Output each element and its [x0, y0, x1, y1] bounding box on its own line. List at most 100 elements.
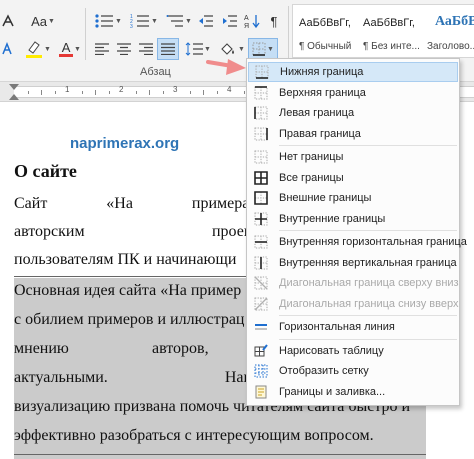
menu-item-label: Внутренняя вертикальная граница	[279, 256, 457, 269]
menu-item-border-none[interactable]: Нет границы	[248, 147, 458, 167]
borders-dropdown-menu: Нижняя граница Верхняя граница Левая грани…	[246, 58, 467, 406]
style-no-spacing[interactable]: АаБбВвГг, ¶ Без инте...	[357, 5, 421, 57]
bullets-icon	[95, 14, 114, 28]
menu-separator	[279, 315, 457, 316]
horizontal-rule-bottom	[14, 454, 426, 455]
style-heading-1[interactable]: АаБбВв Заголово...	[421, 5, 474, 57]
menu-item-draw-table[interactable]: Нарисовать таблицу	[248, 341, 458, 361]
pilcrow-icon: ¶	[270, 13, 278, 29]
align-right-button[interactable]	[136, 38, 156, 60]
menu-item-border-top[interactable]: Верхняя граница	[248, 83, 458, 103]
menu-item-label: Нижняя граница	[280, 66, 364, 78]
ruler-tick	[189, 91, 191, 94]
view-gridlines-icon	[254, 364, 268, 378]
svg-text:Я: Я	[244, 23, 249, 29]
chevron-down-icon: ▼	[44, 45, 51, 53]
sort-button[interactable]: АЯ	[242, 10, 262, 32]
menu-item-border-left[interactable]: Левая граница	[248, 103, 458, 123]
menu-item-label: Границы и заливка...	[279, 385, 386, 398]
group-separator	[85, 8, 86, 60]
menu-item-border-diagonal-down: Диагональная граница сверху вниз	[248, 273, 459, 293]
menu-item-borders-and-shading[interactable]: Границы и заливка...	[248, 382, 458, 402]
chevron-down-icon: ▼	[151, 17, 158, 25]
word: пользователям ПК и начинающи	[14, 251, 237, 268]
menu-item-label: Правая граница	[279, 127, 361, 140]
document-heading: О сайте	[14, 161, 77, 181]
menu-item-label: Нет границы	[279, 151, 344, 163]
menu-item-border-bottom[interactable]: Нижняя граница	[248, 62, 458, 82]
draw-table-icon	[254, 343, 268, 358]
highlight-color-button[interactable]: ▼	[22, 38, 54, 60]
align-left-icon	[95, 43, 109, 55]
numbering-icon: 123	[130, 14, 150, 29]
multilevel-list-button[interactable]: ▼	[164, 10, 194, 32]
decrease-indent-icon	[199, 15, 213, 27]
menu-item-border-right[interactable]: Правая граница	[248, 124, 458, 144]
menu-item-border-inside-vertical[interactable]: Внутренняя вертикальная граница	[248, 253, 458, 273]
ruler-tick	[41, 90, 42, 95]
paragraph1-line-3: пользователям ПК и начинающи	[14, 249, 236, 271]
clear-formatting-button[interactable]	[0, 10, 18, 32]
border-bottom-icon	[255, 65, 269, 79]
text-effects-button[interactable]	[0, 38, 16, 60]
show-formatting-button[interactable]: ¶	[264, 10, 284, 32]
border-diagonal-up-icon	[254, 297, 268, 311]
menu-item-border-all[interactable]: Все границы	[248, 168, 458, 188]
decrease-indent-button[interactable]	[196, 10, 216, 32]
ruler-tick	[216, 91, 218, 94]
borders-icon	[252, 42, 266, 56]
justify-button[interactable]	[157, 38, 179, 60]
menu-separator	[279, 145, 457, 146]
menu-item-label: Внешние границы	[279, 192, 372, 204]
border-inside-vertical-icon	[254, 256, 268, 270]
menu-item-horizontal-line[interactable]: Горизонтальная линия	[248, 317, 458, 337]
menu-item-label: Внутренняя горизонтальная граница	[279, 236, 467, 248]
paragraph2-line-1: Основная идея сайта «На пример	[14, 280, 241, 302]
menu-item-label: Верхняя граница	[279, 86, 366, 99]
border-inside-icon	[254, 212, 268, 226]
style-normal[interactable]: АаБбВвГг, ¶ Обычный	[293, 5, 357, 57]
paragraph2-line-6: эффективно разобраться с интересующим во…	[14, 425, 374, 447]
border-all-icon	[254, 170, 268, 185]
ruler-tick	[81, 91, 83, 94]
align-center-icon	[117, 43, 131, 55]
word: с обилием примеров и иллюстрац	[14, 311, 245, 328]
ruler-tick	[54, 91, 56, 94]
chevron-down-icon: ▼	[185, 17, 192, 25]
font-color-letter: A	[61, 39, 71, 55]
bullets-button[interactable]: ▼	[92, 10, 124, 32]
menu-item-border-inside[interactable]: Внутренние границы	[248, 209, 458, 229]
menu-item-label: Отобразить сетку	[279, 365, 369, 377]
menu-item-border-inside-horizontal[interactable]: Внутренняя горизонтальная граница	[248, 232, 467, 252]
first-line-indent-marker[interactable]	[9, 84, 19, 90]
font-color-button[interactable]: A ▼	[56, 38, 84, 60]
increase-indent-button[interactable]	[220, 10, 240, 32]
chevron-down-icon: ▼	[204, 45, 211, 53]
menu-item-label: Внутренние границы	[279, 212, 386, 225]
hanging-indent-marker[interactable]	[9, 94, 19, 100]
ruler-tick	[108, 91, 110, 94]
ruler-number: 4	[227, 85, 232, 94]
svg-text:А: А	[244, 15, 249, 22]
change-case-label: Aa	[31, 13, 47, 29]
borders-and-shading-icon	[254, 385, 268, 399]
borders-button[interactable]: ▼	[248, 38, 278, 60]
align-left-button[interactable]	[92, 38, 112, 60]
word: авторов,	[152, 340, 209, 357]
border-top-icon	[254, 85, 268, 100]
site-link[interactable]: naprimerax.org	[70, 135, 179, 152]
menu-item-label: Горизонтальная линия	[279, 321, 395, 333]
styles-gallery: АаБбВвГг, ¶ Обычный АаБбВвГг, ¶ Без инте…	[292, 4, 474, 58]
numbering-button[interactable]: 1 2 3 ▼	[128, 10, 160, 32]
menu-item-border-outside[interactable]: Внешние границы	[248, 188, 458, 208]
border-inside-horizontal-icon	[254, 235, 268, 249]
ruler-tick	[27, 91, 29, 94]
style-sample: АаБбВвГг,	[363, 17, 415, 29]
border-none-icon	[254, 150, 268, 164]
menu-item-view-gridlines[interactable]: Отобразить сетку	[248, 361, 458, 381]
pointer-arrow-icon	[206, 59, 246, 75]
align-center-button[interactable]	[114, 38, 134, 60]
ruler-number: 3	[173, 85, 178, 94]
align-right-icon	[139, 43, 153, 55]
change-case-button[interactable]: Aa ▼	[28, 10, 58, 32]
